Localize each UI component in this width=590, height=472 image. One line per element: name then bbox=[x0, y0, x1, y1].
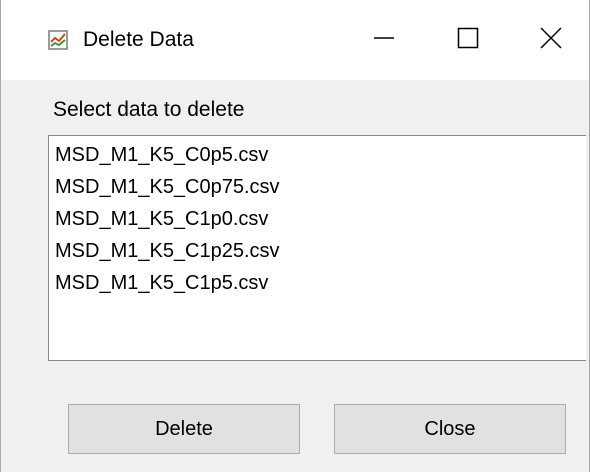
select-data-label: Select data to delete bbox=[53, 98, 245, 121]
maximize-icon bbox=[457, 27, 479, 54]
chart-app-icon bbox=[48, 30, 68, 50]
list-item[interactable]: MSD_M1_K5_C0p5.csv bbox=[55, 142, 268, 168]
list-item[interactable]: MSD_M1_K5_C0p75.csv bbox=[55, 174, 280, 200]
minimize-button[interactable] bbox=[344, 0, 424, 80]
close-button[interactable]: Close bbox=[334, 404, 566, 454]
list-item[interactable]: MSD_M1_K5_C1p25.csv bbox=[55, 238, 280, 264]
maximize-button[interactable] bbox=[428, 0, 508, 80]
window-title: Delete Data bbox=[83, 28, 194, 51]
list-item[interactable]: MSD_M1_K5_C1p5.csv bbox=[55, 270, 268, 296]
data-file-list[interactable]: MSD_M1_K5_C0p5.csv MSD_M1_K5_C0p75.csv M… bbox=[48, 135, 586, 361]
minimize-icon bbox=[373, 27, 395, 54]
close-icon bbox=[540, 26, 562, 54]
close-window-button[interactable] bbox=[511, 0, 590, 80]
list-item[interactable]: MSD_M1_K5_C1p0.csv bbox=[55, 206, 268, 232]
delete-button[interactable]: Delete bbox=[68, 404, 300, 454]
title-bar[interactable]: Delete Data bbox=[1, 0, 589, 80]
delete-data-window: Delete Data Select data to delete MSD_M1… bbox=[0, 0, 590, 472]
